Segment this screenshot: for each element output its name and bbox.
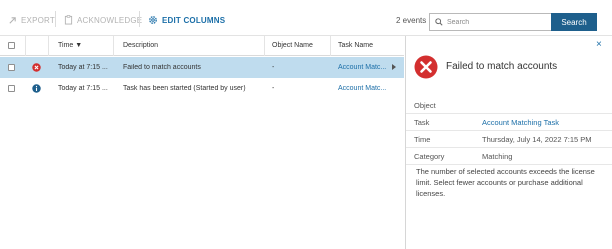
row-description: Failed to match accounts — [123, 64, 201, 71]
toolbar: EXPORT ACKNOWLEDGE EDIT COLUMNS 2 events… — [0, 0, 612, 36]
search-button[interactable]: Search — [551, 13, 597, 31]
edit-columns-button[interactable]: EDIT COLUMNS — [148, 13, 225, 27]
table-row[interactable]: Today at 7:15 ... Failed to match accoun… — [0, 57, 404, 78]
column-header-task-name[interactable]: Task Name — [338, 42, 373, 49]
property-label: Task — [414, 118, 430, 127]
edit-columns-label: EDIT COLUMNS — [162, 15, 226, 25]
property-label: Time — [414, 135, 431, 144]
error-icon — [32, 63, 41, 72]
column-header-description[interactable]: Description — [123, 42, 158, 49]
detail-property-object: Object — [406, 97, 612, 114]
property-value: Matching — [482, 152, 513, 161]
column-divider — [25, 36, 26, 56]
row-object-name: - — [272, 64, 275, 71]
row-time: Today at 7:15 ... — [58, 64, 108, 71]
detail-description: The number of selected accounts exceeds … — [416, 167, 595, 198]
column-header-time[interactable]: Time ▼ — [58, 42, 82, 49]
toolbar-separator — [55, 11, 56, 27]
row-checkbox[interactable] — [8, 64, 15, 71]
search-field[interactable] — [429, 13, 552, 31]
row-object-name: - — [272, 85, 275, 92]
export-label: EXPORT — [21, 15, 55, 25]
select-all-checkbox[interactable] — [8, 42, 15, 49]
column-divider — [48, 36, 49, 56]
export-button[interactable]: EXPORT — [8, 13, 55, 27]
property-label: Category — [414, 152, 445, 161]
events-count: 2 events — [396, 16, 427, 25]
search-input[interactable] — [447, 18, 547, 26]
event-detail-panel: × Failed to match accounts Object Task A… — [405, 36, 612, 249]
property-value: Thursday, July 14, 2022 7:15 PM — [482, 135, 592, 144]
caret-right-icon — [392, 64, 396, 70]
task-link[interactable]: Account Matching Task — [482, 118, 559, 127]
search-icon — [435, 18, 443, 26]
column-divider — [264, 36, 265, 56]
acknowledge-label: ACKNOWLEDGE — [77, 15, 143, 25]
row-task-name-link[interactable]: Account Matc... — [338, 64, 388, 71]
toolbar-separator — [139, 11, 140, 27]
export-icon — [9, 16, 16, 24]
property-label: Object — [414, 101, 436, 110]
gear-icon — [149, 16, 157, 24]
table-header: Time ▼ Description Object Name Task Name — [0, 36, 404, 56]
close-icon[interactable]: × — [596, 39, 602, 50]
table-row[interactable]: Today at 7:15 ... Task has been started … — [0, 78, 404, 99]
detail-property-task: Task Account Matching Task — [406, 114, 612, 131]
error-icon — [414, 55, 438, 79]
acknowledge-button[interactable]: ACKNOWLEDGE — [64, 13, 142, 27]
detail-property-time: Time Thursday, July 14, 2022 7:15 PM — [406, 131, 612, 148]
acknowledge-icon — [64, 15, 73, 25]
detail-property-category: Category Matching — [406, 148, 612, 165]
column-divider — [113, 36, 114, 56]
detail-title: Failed to match accounts — [446, 61, 558, 72]
row-task-name-link[interactable]: Account Matc... — [338, 85, 388, 92]
row-description: Task has been started (Started by user) — [123, 85, 246, 92]
row-checkbox[interactable] — [8, 85, 15, 92]
column-header-object-name[interactable]: Object Name — [272, 42, 313, 49]
row-time: Today at 7:15 ... — [58, 85, 108, 92]
column-divider — [330, 36, 331, 56]
info-icon — [32, 84, 41, 93]
